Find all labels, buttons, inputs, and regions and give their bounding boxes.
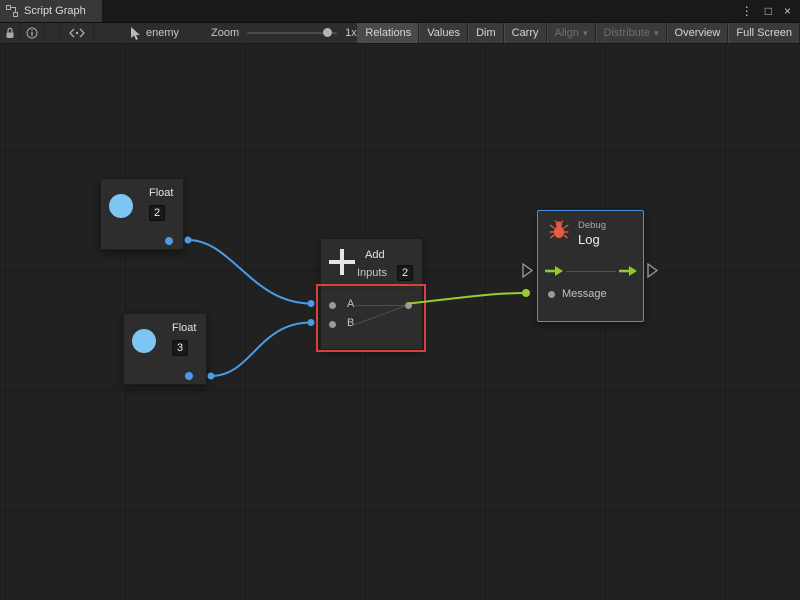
node-title: Float: [149, 187, 173, 199]
info-icon: [26, 27, 38, 39]
add-icon: [329, 249, 355, 275]
nodes-layer: Float 2 Float 3 Add Inputs 2 A: [0, 44, 800, 600]
carry-label: Carry: [512, 27, 539, 39]
float-literal-icon: [132, 329, 156, 353]
message-port-label: Message: [562, 288, 607, 300]
zoom-slider-handle[interactable]: [323, 28, 332, 37]
tab-label: Script Graph: [24, 5, 86, 17]
overview-button[interactable]: Overview: [667, 23, 729, 43]
flow-relation-line: [566, 271, 616, 272]
relation-lines: [321, 290, 422, 351]
full-screen-label: Full Screen: [736, 27, 792, 39]
node-title: Log: [578, 232, 600, 247]
inputs-label: Inputs: [357, 267, 387, 279]
graph-breadcrumb[interactable]: enemy: [122, 23, 187, 43]
align-label: Align: [555, 27, 579, 39]
graph-name: enemy: [146, 27, 179, 39]
bug-icon: [548, 219, 570, 241]
node-title: Add: [365, 249, 385, 261]
values-button[interactable]: Values: [419, 23, 468, 43]
float-output-port[interactable]: [185, 372, 193, 380]
input-port-b[interactable]: [329, 321, 336, 328]
graph-canvas[interactable]: Float 2 Float 3 Add Inputs 2 A: [0, 44, 800, 600]
float-literal-icon: [109, 194, 133, 218]
info-button[interactable]: [21, 23, 44, 43]
float-value-field[interactable]: 2: [149, 205, 165, 221]
port-a-label: A: [347, 298, 354, 310]
add-ports-section: A B: [321, 289, 422, 350]
tab-script-graph[interactable]: Script Graph: [0, 0, 102, 22]
lock-icon: [5, 27, 15, 40]
toolbar-spacer: [44, 23, 60, 43]
float-node-2[interactable]: Float 3: [123, 313, 207, 385]
graph-toolbar: enemy Zoom 1x Relations Values Dim Carry…: [0, 22, 800, 44]
node-title: Float: [172, 322, 196, 334]
add-node[interactable]: Add Inputs 2 A B: [320, 238, 423, 350]
code-button[interactable]: [60, 23, 94, 43]
distribute-label: Distribute: [604, 27, 650, 39]
align-dropdown[interactable]: Align ▾: [547, 23, 596, 43]
window-menu-icon[interactable]: ⋮: [741, 5, 753, 17]
values-label: Values: [427, 27, 460, 39]
zoom-slider[interactable]: [247, 32, 337, 34]
distribute-dropdown[interactable]: Distribute ▾: [596, 23, 667, 43]
inputs-count-field[interactable]: 2: [397, 265, 413, 281]
overview-label: Overview: [675, 27, 721, 39]
window-maximize-icon[interactable]: □: [765, 5, 772, 17]
input-port-a[interactable]: [329, 302, 336, 309]
lock-button[interactable]: [0, 23, 21, 43]
chevron-down-icon: ▾: [583, 29, 588, 38]
code-icon: [69, 28, 85, 38]
debug-log-node[interactable]: Debug Log Message: [537, 210, 644, 322]
node-category: Debug: [578, 220, 606, 231]
relations-button[interactable]: Relations: [357, 23, 419, 43]
window-close-icon[interactable]: ×: [784, 5, 791, 17]
carry-button[interactable]: Carry: [504, 23, 547, 43]
message-input-port[interactable]: [548, 291, 555, 298]
titlebar: Script Graph ⋮ □ ×: [0, 0, 800, 22]
flow-out-arrow-icon[interactable]: [618, 264, 638, 278]
float-output-port[interactable]: [165, 237, 173, 245]
float-node-1[interactable]: Float 2: [100, 178, 184, 250]
script-graph-icon: [6, 5, 18, 17]
chevron-down-icon: ▾: [654, 29, 659, 38]
unity-script-graph-window: { "titlebar": { "tab_label": "Script Gra…: [0, 0, 800, 600]
dim-button[interactable]: Dim: [468, 23, 504, 43]
output-port-sum[interactable]: [405, 302, 412, 309]
zoom-value: 1x: [345, 27, 357, 39]
zoom-label: Zoom: [211, 27, 239, 39]
window-controls: ⋮ □ ×: [741, 0, 800, 22]
flow-in-arrow-icon[interactable]: [544, 264, 564, 278]
float-value-field[interactable]: 3: [172, 340, 188, 356]
pointer-icon: [130, 27, 141, 40]
relations-label: Relations: [365, 27, 411, 39]
zoom-control: Zoom 1x: [211, 23, 357, 43]
toolbar-buttons: Relations Values Dim Carry Align ▾ Distri…: [357, 23, 800, 43]
full-screen-button[interactable]: Full Screen: [728, 23, 800, 43]
port-b-label: B: [347, 317, 354, 329]
dim-label: Dim: [476, 27, 496, 39]
